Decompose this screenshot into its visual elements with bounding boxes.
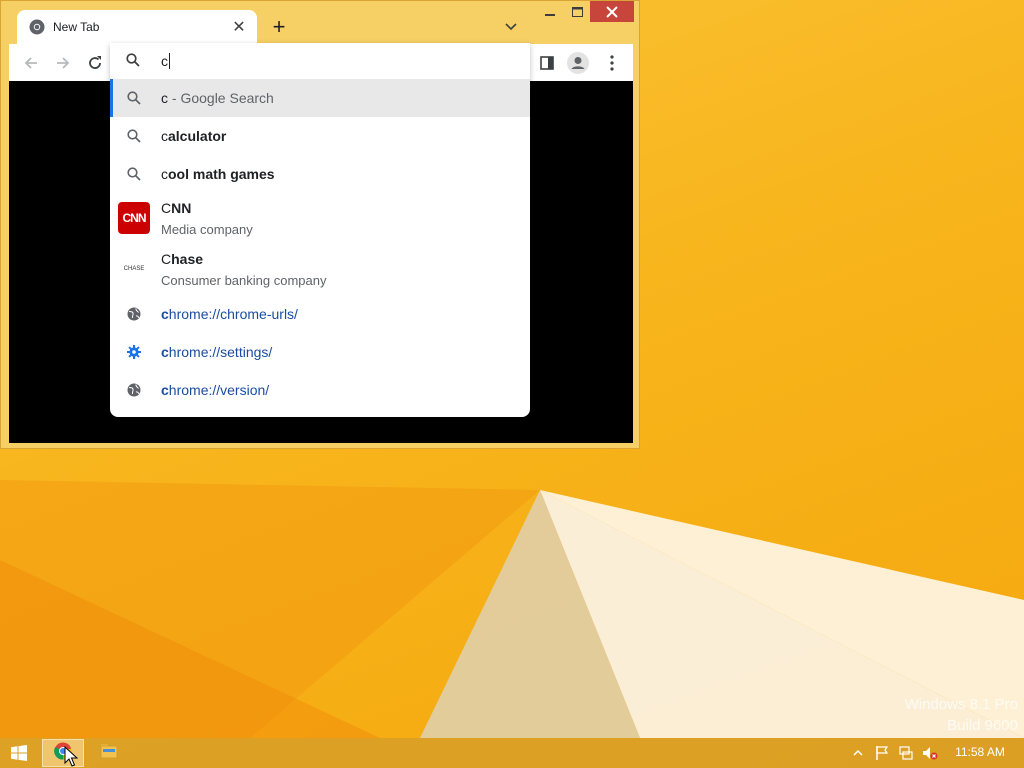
search-icon: [126, 166, 142, 182]
network-icon[interactable]: [898, 745, 914, 761]
suggestion-subtitle: Consumer banking company: [161, 273, 327, 288]
suggestion-calculator[interactable]: calculator: [110, 117, 530, 155]
minimize-button[interactable]: [539, 1, 561, 23]
suggestion-typed: c: [161, 344, 169, 360]
suggestion-typed: c: [161, 128, 168, 144]
suggestion-typed: C: [161, 200, 172, 216]
profile-avatar-icon[interactable]: [565, 50, 591, 76]
taskbar-clock[interactable]: 11:58 AM: [950, 745, 1010, 759]
taskbar-file-explorer-button[interactable]: [88, 739, 130, 767]
search-icon: [126, 128, 142, 144]
suggestion-subtitle: Media company: [161, 222, 253, 237]
suggestion-rest: hrome://chrome-urls/: [168, 306, 298, 322]
suggestion-chrome-urls[interactable]: chrome://chrome-urls/: [110, 295, 530, 333]
gear-icon: [126, 344, 142, 360]
omnibox-input[interactable]: [161, 49, 511, 73]
reload-icon[interactable]: [84, 52, 106, 74]
suggestion-label: CNN: [161, 200, 191, 216]
suggestion-typed: c: [161, 382, 169, 398]
suggestion-chrome-version[interactable]: chrome://version/: [110, 371, 530, 409]
suggestion-chase[interactable]: CHASE Chase Consumer banking company: [110, 243, 530, 295]
suggestion-label: cool math games: [161, 166, 275, 182]
maximize-button[interactable]: [566, 1, 588, 23]
windows-start-icon[interactable]: [0, 738, 38, 768]
windows-watermark: Windows 8.1 Pro Build 9600: [905, 694, 1018, 736]
watermark-edition: Windows 8.1 Pro: [904, 696, 1018, 713]
suggestion-label: calculator: [161, 128, 226, 144]
tab-search-chevron-icon[interactable]: [501, 17, 521, 37]
suggestion-typed: c: [161, 166, 168, 182]
tab-title: New Tab: [53, 20, 100, 34]
tab-strip: New Tab ✕ +: [1, 1, 639, 44]
taskbar: 11:58 AM: [0, 738, 1024, 768]
suggestion-rest: - Google Search: [168, 90, 274, 106]
cnn-logo: CNN: [118, 202, 150, 234]
new-tab-button[interactable]: +: [267, 14, 291, 39]
close-window-button[interactable]: [590, 1, 634, 22]
suggestion-typed: C: [161, 251, 172, 267]
suggestion-label: c - Google Search: [161, 90, 274, 106]
suggestion-cool-math-games[interactable]: cool math games: [110, 155, 530, 193]
text-caret: [169, 53, 170, 69]
suggestion-label: chrome://settings/: [161, 344, 272, 360]
suggestion-chrome-settings[interactable]: chrome://settings/: [110, 333, 530, 371]
suggestion-rest: NN: [171, 200, 192, 216]
chrome-icon: [29, 19, 45, 35]
file-explorer-icon: [100, 743, 118, 764]
mouse-pointer-icon: [64, 745, 79, 768]
action-center-flag-icon[interactable]: [874, 745, 890, 761]
watermark-build: Build 9600: [947, 717, 1018, 734]
close-tab-icon[interactable]: ✕: [229, 17, 249, 37]
suggestion-google-search[interactable]: c - Google Search: [110, 79, 530, 117]
volume-muted-icon[interactable]: [922, 745, 938, 761]
suggestion-typed: c: [161, 306, 169, 322]
globe-icon: [126, 306, 142, 322]
side-panel-icon[interactable]: [536, 52, 558, 74]
forward-arrow-icon[interactable]: [52, 52, 74, 74]
suggestion-typed: c: [161, 90, 168, 106]
omnibox-input-row: [110, 43, 530, 79]
suggestion-rest: hrome://version/: [168, 382, 270, 398]
search-icon: [126, 53, 140, 72]
suggestion-cnn[interactable]: CNN CNN Media company: [110, 193, 530, 243]
suggestion-label: chrome://chrome-urls/: [161, 306, 298, 322]
chase-logo: CHASE: [118, 253, 150, 285]
back-arrow-icon[interactable]: [20, 52, 42, 74]
suggestion-rest: alculator: [168, 128, 227, 144]
suggestion-rest: hase: [171, 251, 204, 267]
search-icon: [126, 90, 142, 106]
suggestion-label: Chase: [161, 251, 203, 267]
globe-icon: [126, 382, 142, 398]
tab-new-tab[interactable]: New Tab ✕: [17, 10, 257, 44]
suggestion-rest: hrome://settings/: [168, 344, 273, 360]
omnibox-dropdown: c - Google Search calculator cool math g…: [110, 43, 530, 417]
kebab-menu-icon[interactable]: [601, 52, 623, 74]
suggestion-rest: ool math games: [168, 166, 275, 182]
suggestion-label: chrome://version/: [161, 382, 269, 398]
show-hidden-icons-chevron-icon[interactable]: [850, 745, 866, 761]
